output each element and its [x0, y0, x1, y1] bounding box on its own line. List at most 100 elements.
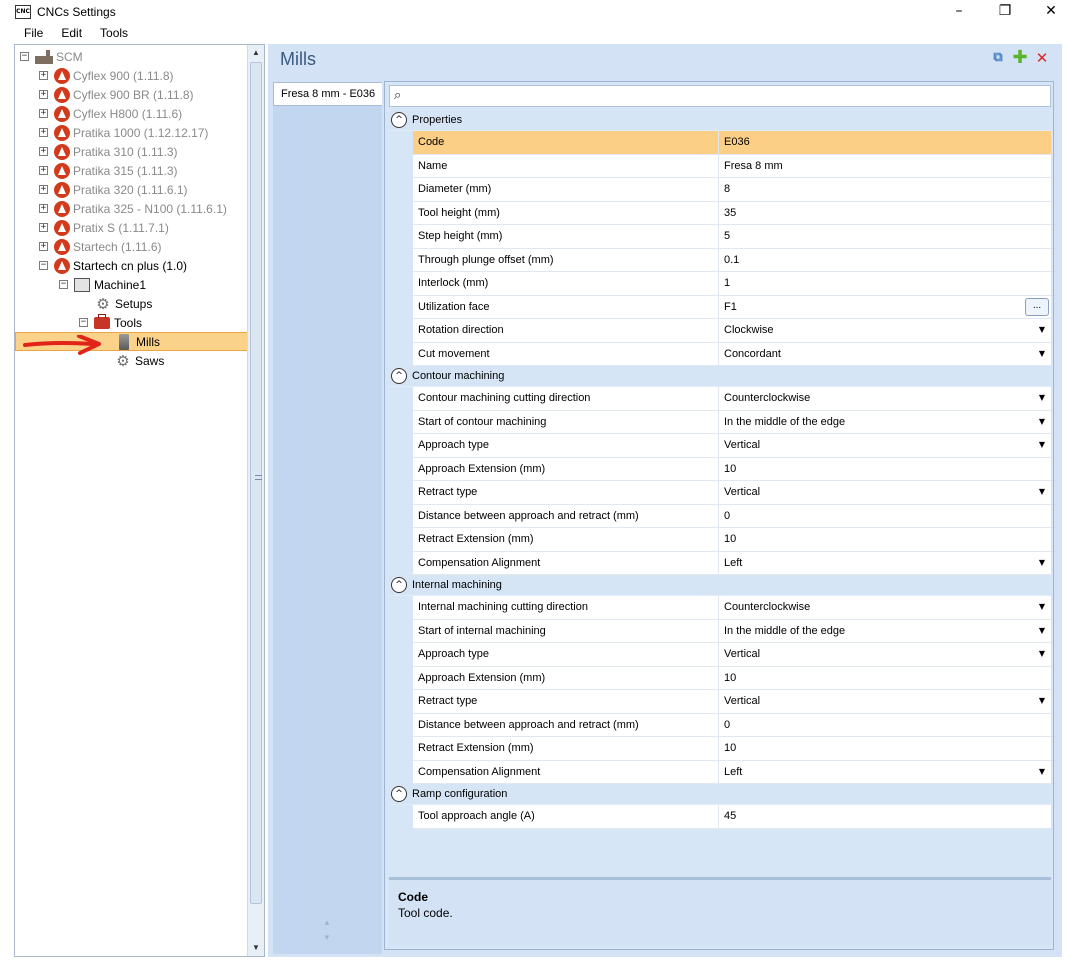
property-value[interactable]: Vertical ▼ [719, 434, 1051, 457]
chevron-down-icon[interactable]: ▼ [1039, 626, 1045, 635]
property-row[interactable]: Utilization face F1... [413, 295, 1051, 319]
property-row[interactable]: Rotation direction Clockwise ▼ [413, 319, 1051, 343]
expand-icon[interactable]: + [39, 204, 48, 213]
chevron-down-icon[interactable]: ▼ [1039, 487, 1045, 496]
tree-item-machine1[interactable]: − Machine1 [59, 275, 146, 294]
collapse-icon[interactable]: ^ [391, 368, 407, 384]
property-value[interactable]: 10 [719, 528, 1051, 551]
group-header[interactable]: ^ Ramp configuration [389, 784, 1051, 805]
property-row[interactable]: Start of internal machining In the middle… [413, 619, 1051, 643]
collapse-icon[interactable]: − [39, 261, 48, 270]
property-value[interactable]: In the middle of the edge ▼ [719, 620, 1051, 643]
list-scroll-up-icon[interactable]: ▲ [323, 918, 331, 927]
property-row[interactable]: Internal machining cutting direction Coun… [413, 596, 1051, 620]
scroll-down-icon[interactable]: ▼ [248, 940, 264, 956]
group-header[interactable]: ^ Contour machining [389, 366, 1051, 387]
property-row[interactable]: Distance between approach and retract (m… [413, 713, 1051, 737]
property-value[interactable]: Counterclockwise ▼ [719, 387, 1051, 410]
restore-button[interactable]: ❐ [982, 0, 1028, 23]
close-button[interactable]: ✕ [1028, 0, 1074, 23]
chevron-down-icon[interactable]: ▼ [1039, 696, 1045, 705]
collapse-icon[interactable]: ^ [391, 577, 407, 593]
tree-item-machine[interactable]: + Pratika 320 (1.11.6.1) [39, 180, 188, 199]
property-value[interactable]: 0 [719, 505, 1051, 528]
property-value[interactable]: Vertical ▼ [719, 690, 1051, 713]
chevron-down-icon[interactable]: ▼ [1039, 349, 1045, 358]
expand-icon[interactable]: + [39, 90, 48, 99]
minimize-button[interactable]: – [936, 0, 982, 23]
tree-item-setups[interactable]: ⚙ Setups [95, 294, 152, 313]
collapse-icon[interactable]: − [20, 52, 29, 61]
chevron-down-icon[interactable]: ▼ [1039, 393, 1045, 402]
property-value[interactable]: In the middle of the edge ▼ [719, 411, 1051, 434]
property-value[interactable]: 0.1 [719, 249, 1051, 272]
expand-icon[interactable]: + [39, 109, 48, 118]
property-row[interactable]: Distance between approach and retract (m… [413, 504, 1051, 528]
tree-item-tools[interactable]: − Tools [79, 313, 142, 332]
property-value[interactable]: Fresa 8 mm [719, 155, 1051, 178]
expand-icon[interactable]: + [39, 242, 48, 251]
scroll-thumb[interactable] [250, 62, 262, 904]
property-row[interactable]: Approach type Vertical ▼ [413, 643, 1051, 667]
chevron-down-icon[interactable]: ▼ [1039, 558, 1045, 567]
property-row[interactable]: Retract type Vertical ▼ [413, 481, 1051, 505]
collapse-icon[interactable]: ^ [391, 112, 407, 128]
property-row[interactable]: Approach Extension (mm) 10 [413, 666, 1051, 690]
collapse-icon[interactable]: − [59, 280, 68, 289]
property-value[interactable]: Counterclockwise ▼ [719, 596, 1051, 619]
property-value[interactable]: Vertical ▼ [719, 481, 1051, 504]
chevron-down-icon[interactable]: ▼ [1039, 417, 1045, 426]
collapse-icon[interactable]: − [79, 318, 88, 327]
delete-icon[interactable]: ✕ [1034, 50, 1050, 66]
tree-item-machine[interactable]: + Cyflex 900 BR (1.11.8) [39, 85, 194, 104]
tree-item-machine[interactable]: + Cyflex H800 (1.11.6) [39, 104, 182, 123]
tree-scrollbar[interactable]: ▲ ▼ [247, 45, 264, 956]
property-row[interactable]: Tool approach angle (A) 45 [413, 805, 1051, 829]
property-row[interactable]: Code E036 [413, 131, 1051, 155]
copy-icon[interactable]: ⧉ [990, 50, 1006, 66]
chevron-down-icon[interactable]: ▼ [1039, 440, 1045, 449]
expand-icon[interactable]: + [39, 71, 48, 80]
property-value[interactable]: Vertical ▼ [719, 643, 1051, 666]
property-row[interactable]: Interlock (mm) 1 [413, 272, 1051, 296]
property-row[interactable]: Cut movement Concordant ▼ [413, 342, 1051, 366]
group-header[interactable]: ^ Properties [389, 110, 1051, 131]
chevron-down-icon[interactable]: ▼ [1039, 649, 1045, 658]
property-value[interactable]: 10 [719, 737, 1051, 760]
ellipsis-button[interactable]: ... [1025, 297, 1049, 316]
property-value[interactable]: Left ▼ [719, 761, 1051, 784]
property-value[interactable]: 8 [719, 178, 1051, 201]
scroll-up-icon[interactable]: ▲ [248, 45, 264, 61]
tree-item-machine[interactable]: − Startech cn plus (1.0) [39, 256, 187, 275]
list-scroll-down-icon[interactable]: ▼ [323, 933, 331, 942]
property-row[interactable]: Start of contour machining In the middle … [413, 410, 1051, 434]
property-value[interactable]: E036 [719, 131, 1051, 154]
list-item-fresa[interactable]: Fresa 8 mm - E036 [273, 82, 382, 106]
menu-tools[interactable]: Tools [91, 26, 137, 40]
property-row[interactable]: Approach Extension (mm) 10 [413, 457, 1051, 481]
property-value[interactable]: 5 [719, 225, 1051, 248]
property-value[interactable]: F1... [719, 296, 1051, 319]
tree-item-machine[interactable]: + Pratika 325 - N100 (1.11.6.1) [39, 199, 227, 218]
tree-item-machine[interactable]: + Pratika 1000 (1.12.12.17) [39, 123, 208, 142]
expand-icon[interactable]: + [39, 166, 48, 175]
tree-item-machine[interactable]: + Cyflex 900 (1.11.8) [39, 66, 174, 85]
property-value[interactable]: Clockwise ▼ [719, 319, 1051, 342]
property-row[interactable]: Step height (mm) 5 [413, 225, 1051, 249]
menu-edit[interactable]: Edit [52, 26, 91, 40]
tree-item-machine[interactable]: + Pratix S (1.11.7.1) [39, 218, 169, 237]
tree-item-machine[interactable]: + Pratika 315 (1.11.3) [39, 161, 178, 180]
property-value[interactable]: 10 [719, 458, 1051, 481]
expand-icon[interactable]: + [39, 147, 48, 156]
property-row[interactable]: Compensation Alignment Left ▼ [413, 760, 1051, 784]
chevron-down-icon[interactable]: ▼ [1039, 602, 1045, 611]
property-row[interactable]: Diameter (mm) 8 [413, 178, 1051, 202]
property-row[interactable]: Compensation Alignment Left ▼ [413, 551, 1051, 575]
property-row[interactable]: Name Fresa 8 mm [413, 154, 1051, 178]
add-icon[interactable]: ✚ [1012, 49, 1028, 67]
collapse-icon[interactable]: ^ [391, 786, 407, 802]
tree-item-machine[interactable]: + Startech (1.11.6) [39, 237, 162, 256]
tree-item-saws[interactable]: ⚙ Saws [115, 351, 164, 370]
property-row[interactable]: Retract Extension (mm) 10 [413, 528, 1051, 552]
property-row[interactable]: Retract type Vertical ▼ [413, 690, 1051, 714]
